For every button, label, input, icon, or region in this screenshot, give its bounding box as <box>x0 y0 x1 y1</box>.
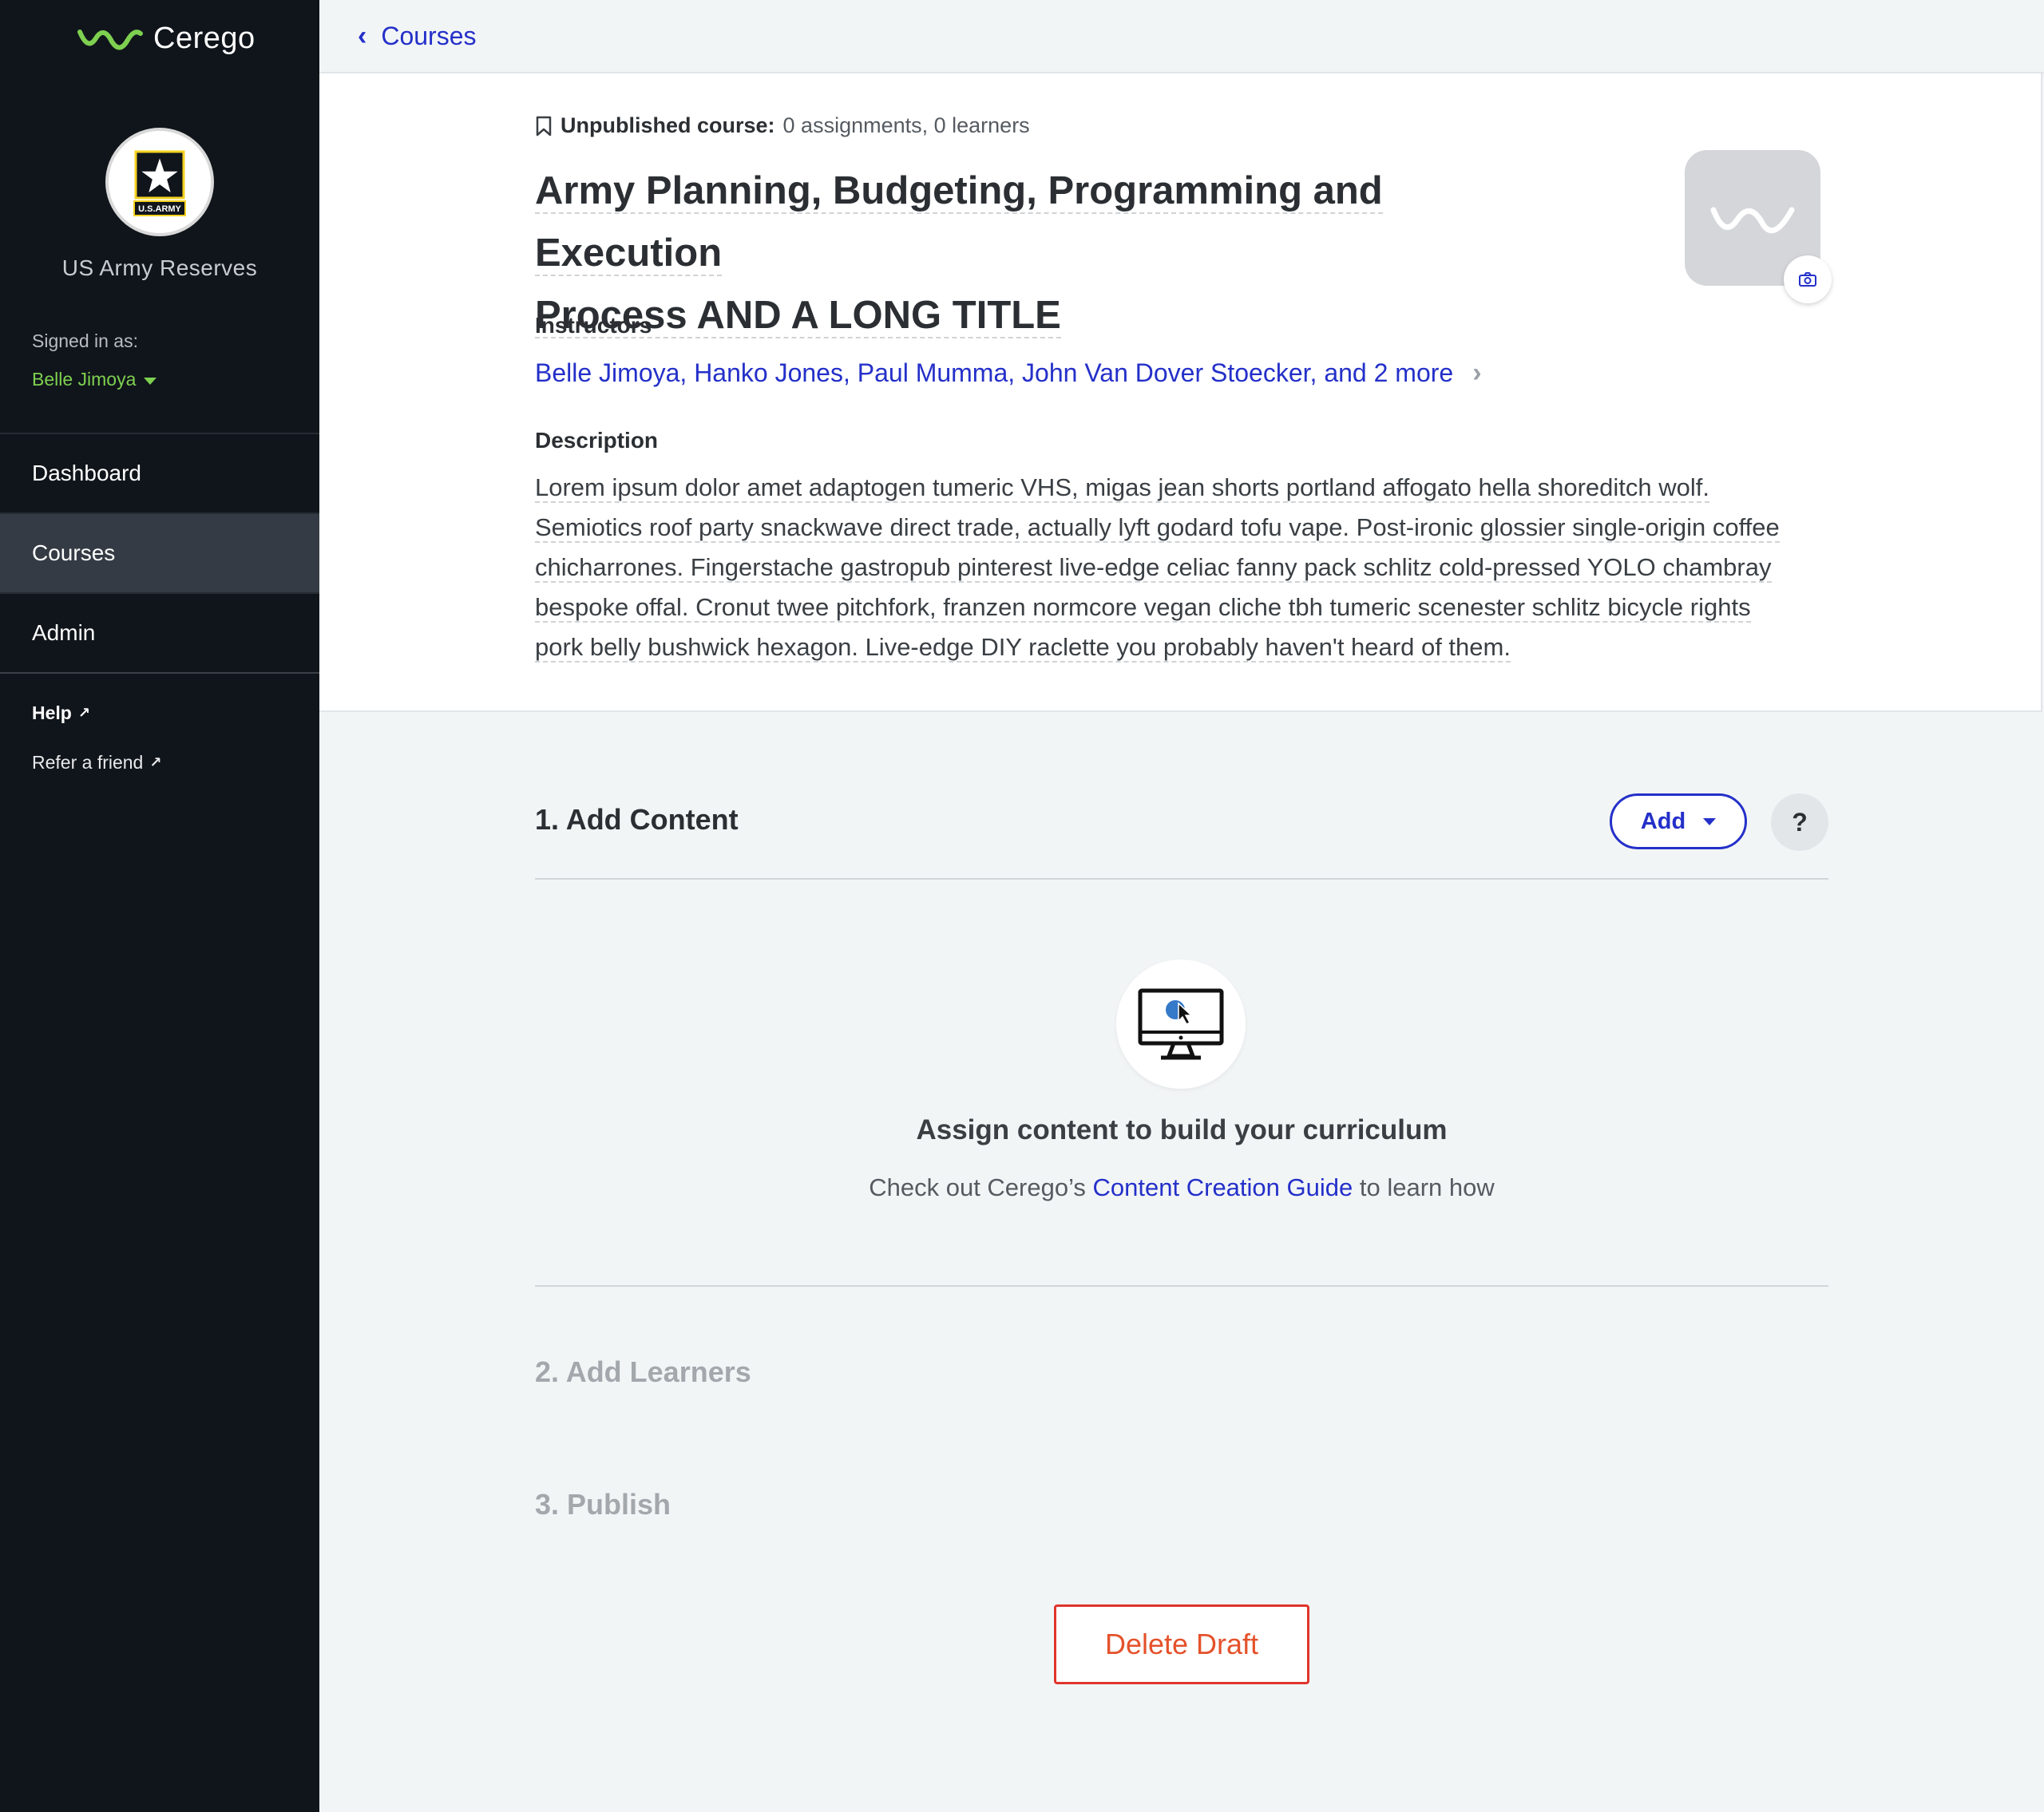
description-line: Semiotics roof party snackwave direct tr… <box>535 513 1780 543</box>
refer-label: Refer a friend <box>32 752 144 773</box>
topbar: ‹ Courses <box>319 0 2044 73</box>
empty-state-title: Assign content to build your curriculum <box>916 1114 1448 1145</box>
description-line: Lorem ipsum dolor amet adaptogen tumeric… <box>535 473 1710 503</box>
help-label: Help <box>32 702 72 723</box>
empty-sub-prefix: Check out Cerego’s <box>869 1173 1093 1201</box>
divider <box>535 878 1828 880</box>
sidebar-nav: Dashboard Courses Admin <box>0 433 319 674</box>
step-add-content-title: 1. Add Content <box>535 803 739 836</box>
course-description[interactable]: Lorem ipsum dolor amet adaptogen tumeric… <box>535 468 1836 667</box>
description-line: pork belly bushwick hexagon. Live-edge D… <box>535 633 1511 663</box>
computer-cursor-icon <box>1138 988 1224 1060</box>
sidebar-item-admin[interactable]: Admin <box>0 594 319 674</box>
signed-in-label: Signed in as: <box>32 330 138 351</box>
change-image-button[interactable] <box>1784 255 1832 303</box>
army-star-icon: U.S.ARMY <box>133 150 186 216</box>
empty-sub-suffix: to learn how <box>1353 1173 1495 1201</box>
sidebar-item-label: Dashboard <box>32 461 141 485</box>
description-line: chicharrones. Fingerstache gastropub pin… <box>535 553 1772 583</box>
description-line: bespoke offal. Cronut twee pitchfork, fr… <box>535 593 1751 623</box>
instructors-label: Instructors <box>535 313 652 338</box>
instructors-list: Belle Jimoya, Hanko Jones, Paul Mumma, J… <box>535 358 1454 387</box>
delete-draft-button[interactable]: Delete Draft <box>1054 1604 1309 1684</box>
course-title-line: Army Planning, Budgeting, Programming an… <box>535 169 1383 276</box>
step-publish-title: 3. Publish <box>535 1488 671 1521</box>
camera-icon <box>1799 272 1816 287</box>
user-name: Belle Jimoya <box>32 369 137 390</box>
back-to-courses-link[interactable]: ‹ Courses <box>358 21 476 52</box>
instructors-link[interactable]: Belle Jimoya, Hanko Jones, Paul Mumma, J… <box>535 358 1482 389</box>
empty-state-illustration <box>1116 959 1246 1089</box>
cerego-logo[interactable]: Cerego <box>77 16 256 61</box>
description-label: Description <box>535 428 659 453</box>
empty-state-subtitle: Check out Cerego’s Content Creation Guid… <box>535 1173 1828 1202</box>
course-status: Unpublished course: 0 assignments, 0 lea… <box>535 113 1030 138</box>
add-content-button[interactable]: Add <box>1610 793 1747 849</box>
org-avatar: U.S.ARMY <box>105 128 214 236</box>
sidebar-item-label: Admin <box>32 620 96 645</box>
status-counts: 0 assignments, 0 learners <box>782 113 1030 137</box>
chevron-left-icon: ‹ <box>358 20 367 51</box>
step-add-learners-title: 2. Add Learners <box>535 1355 751 1388</box>
caret-down-icon <box>1703 817 1717 825</box>
help-link[interactable]: Help ↗ <box>32 702 90 724</box>
bookmark-icon <box>536 116 552 136</box>
sidebar-item-courses[interactable]: Courses <box>0 514 319 594</box>
add-button-label: Add <box>1640 808 1686 834</box>
sidebar-item-label: Courses <box>32 540 116 565</box>
chevron-right-icon: › <box>1472 358 1482 388</box>
divider <box>535 1285 1828 1287</box>
sidebar: Cerego U.S.ARMY US Army Reserves Signed … <box>0 0 319 1812</box>
external-link-icon: ↗ <box>149 754 162 770</box>
content-guide-link[interactable]: Content Creation Guide <box>1093 1173 1353 1201</box>
cerego-logo-icon <box>77 30 143 50</box>
help-button[interactable]: ? <box>1771 793 1828 851</box>
status-bold: Unpublished course: <box>561 113 775 137</box>
logo-text: Cerego <box>153 21 256 55</box>
course-header: Unpublished course: 0 assignments, 0 lea… <box>319 73 2042 712</box>
cerego-wave-icon <box>1710 207 1795 234</box>
org-badge-text: U.S.ARMY <box>138 204 181 214</box>
caret-down-icon <box>144 378 157 385</box>
sidebar-item-dashboard[interactable]: Dashboard <box>0 434 319 514</box>
refer-friend-link[interactable]: Refer a friend ↗ <box>32 752 161 773</box>
org-name: US Army Reserves <box>61 255 258 280</box>
back-label: Courses <box>381 21 477 50</box>
course-title[interactable]: Army Planning, Budgeting, Programming an… <box>535 160 1565 346</box>
external-link-icon: ↗ <box>77 705 90 721</box>
user-menu[interactable]: Belle Jimoya <box>32 369 157 390</box>
